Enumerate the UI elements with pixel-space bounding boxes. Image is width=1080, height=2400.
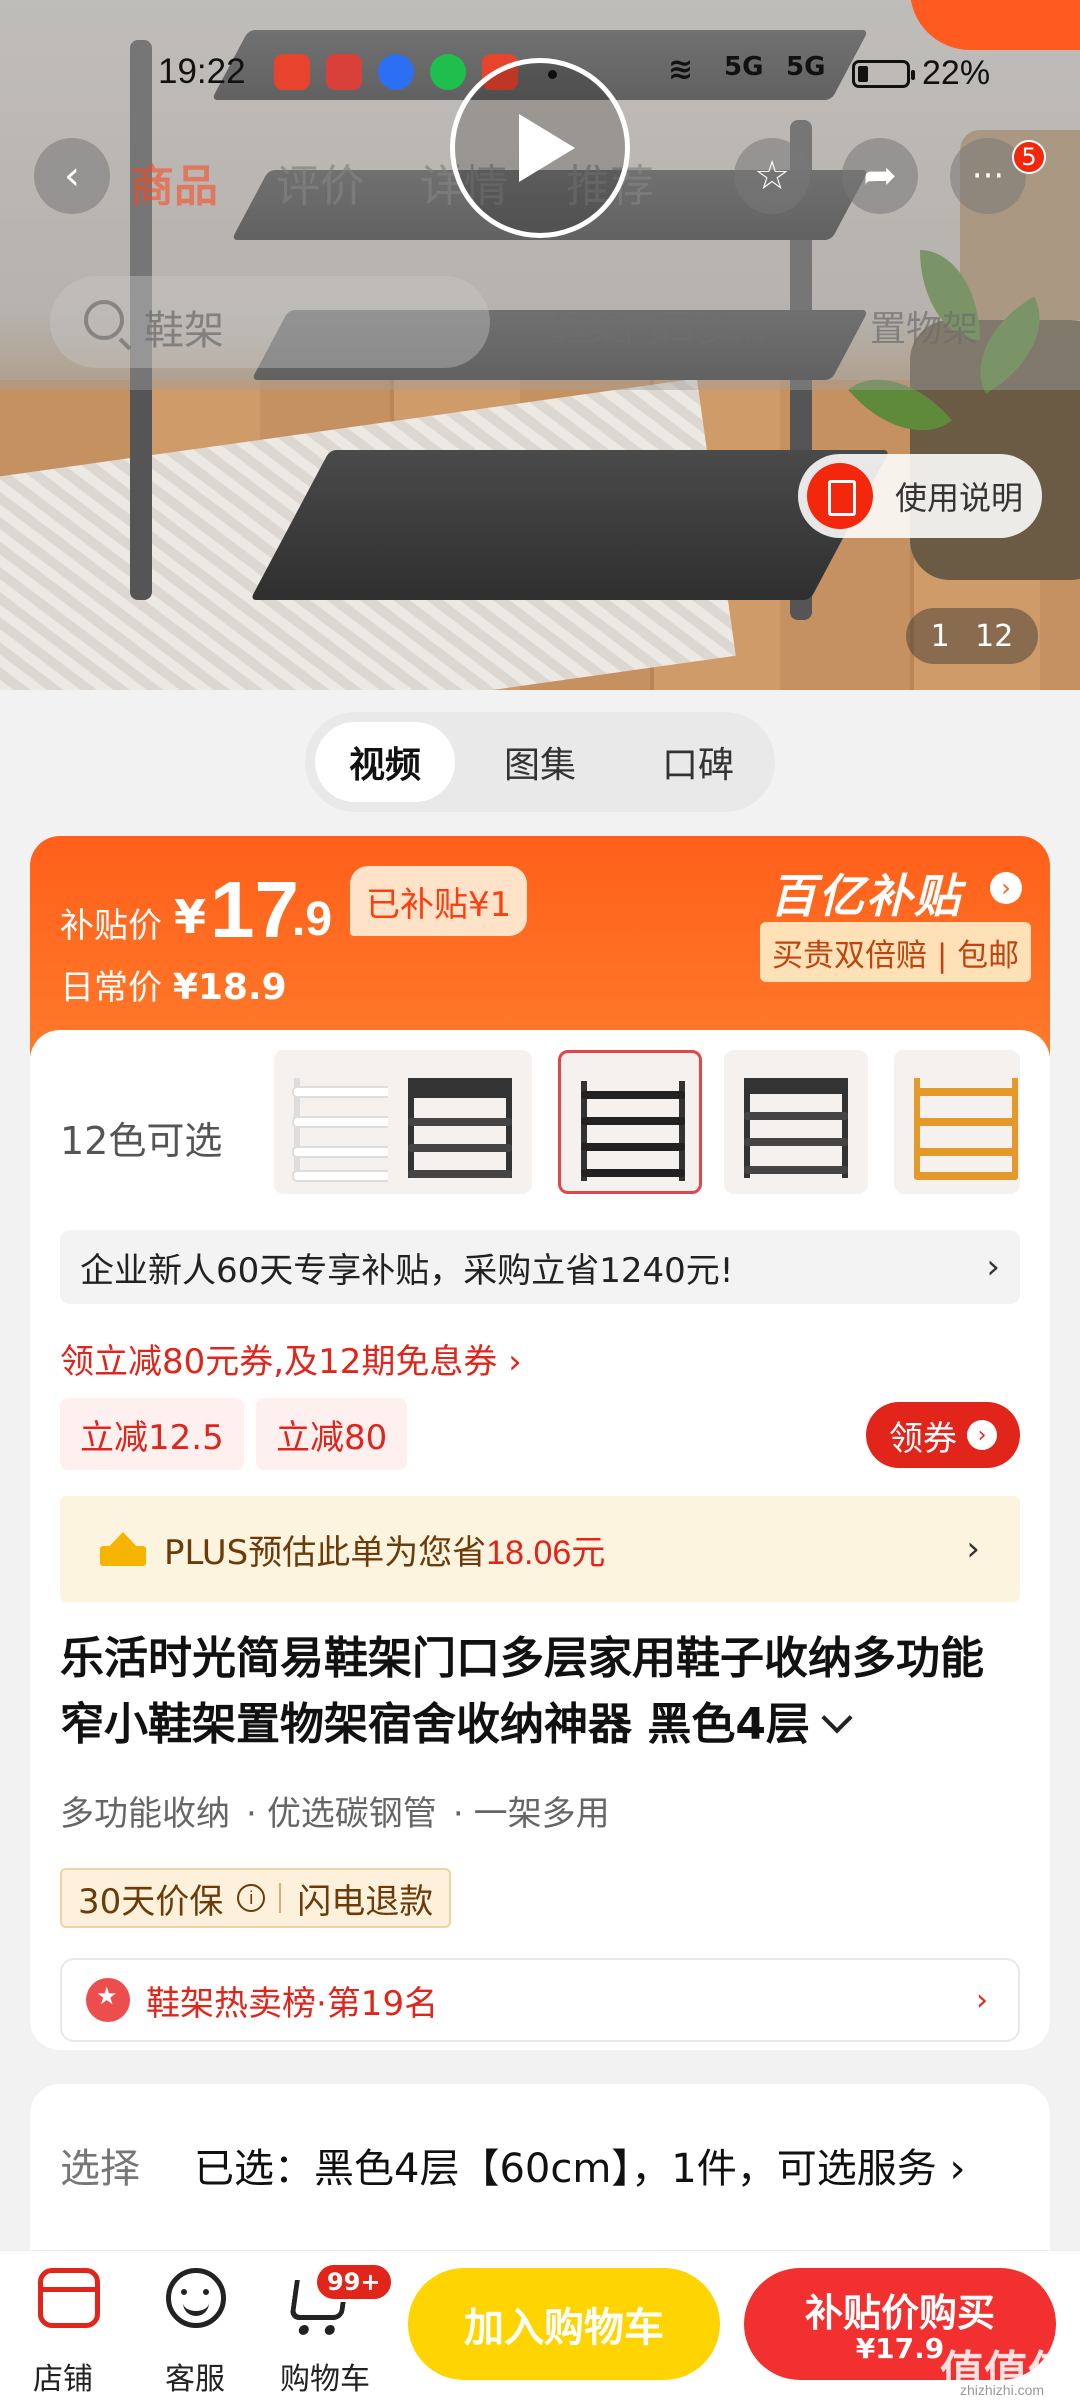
variant-thumb-orange[interactable] [894,1050,1020,1194]
status-time: 19:22 [158,52,246,91]
hot-rank-banner[interactable]: 鞋架热卖榜·第19名 › [60,1958,1020,2042]
tab-gallery[interactable]: 图集 [470,722,610,802]
signal-icon: 5G [724,52,764,82]
app-notification-icon [274,54,310,90]
baidu-notification-icon [378,54,414,90]
chat-smile-icon [166,2268,226,2328]
daily-price: 日常价 ¥18.9 [60,967,287,1008]
watermark-url: zhizhizhi.com [960,2382,1045,2398]
discount-tag: 立减12.5 [60,1398,244,1470]
chevron-down-icon[interactable] [821,1702,853,1734]
instructions-button[interactable]: 使用说明 [798,454,1042,538]
crown-icon [100,1532,146,1566]
search-icon [84,300,124,340]
chevron-right-icon: › [976,1982,988,2018]
plus-savings-text: PLUS预估此单为您省18.06元 [164,1532,606,1573]
chevron-right-icon: › [966,1529,980,1569]
app-notification-icon [430,54,466,90]
tab-video[interactable]: 视频 [315,722,455,802]
variant-count: 12色可选 [60,1119,223,1163]
image-counter: 1 12 [906,608,1038,664]
search-placeholder: 鞋架 [144,308,224,354]
battery-percent: 22% [922,54,991,92]
battery-icon [852,60,915,88]
rank-text: 鞋架热卖榜·第19名 [146,1983,439,2024]
shop-icon [38,2268,100,2328]
currency-symbol: ¥ [174,890,207,944]
chevron-right-icon: › [967,1420,997,1450]
message-badge: 5 [1012,140,1046,174]
selection-label: 选择 [60,2146,140,2192]
customer-service-button[interactable]: 客服 [140,2268,250,2397]
signal-icon: 5G [786,52,826,82]
discount-tag: 立减80 [256,1398,408,1470]
variant-thumb-black-top[interactable] [388,1050,532,1194]
variant-thumb-black-4[interactable] [558,1050,702,1194]
info-icon[interactable]: i [237,1884,266,1912]
add-to-cart-button[interactable]: 加入购物车 [408,2268,720,2380]
chevron-right-icon: › [986,1247,1000,1287]
grab-coupon-button[interactable]: 领券 › [866,1402,1020,1468]
search-hint[interactable]: 置物架 [870,300,978,352]
shop-button[interactable]: 店铺 [8,2268,118,2397]
plus-savings-banner[interactable]: PLUS预估此单为您省18.06元 › [60,1496,1020,1602]
price-integer: 17 [210,865,299,954]
play-video-button[interactable] [450,58,630,238]
product-title: 乐活时光简易鞋架门口多层家用鞋子收纳多功能窄小鞋架置物架宿舍收纳神器 黑色4层 [60,1633,984,1750]
wifi-icon: ≋ [668,52,694,87]
instructions-label: 使用说明 [895,479,1024,517]
share-icon[interactable]: ➦ [842,138,918,214]
subsidized-tag: 已补贴¥1 [350,866,528,936]
enterprise-subsidy-banner[interactable]: 企业新人60天专享补贴，采购立省1240元! › [60,1230,1020,1304]
selection-value[interactable]: 已选：黑色4层【60cm】，1件，可选服务 › [194,2136,965,2194]
medal-icon [86,1978,130,2022]
back-button[interactable]: ‹ [34,138,110,214]
tab-product[interactable]: 商品 [130,150,218,214]
tab-reputation[interactable]: 口碑 [628,722,768,802]
favorite-star-icon[interactable]: ☆ [734,138,810,214]
coupon-link[interactable]: 领立减80元券,及12期免息券 › [60,1334,522,1383]
billion-subsidy-logo[interactable]: 百亿补贴 [770,860,962,926]
chevron-right-icon[interactable]: › [990,872,1022,904]
service-guarantee[interactable]: 30天价保 i 闪电退款 [60,1868,452,1928]
search-hint[interactable]: 鞋架门口多... [552,300,766,352]
variant-thumb-black-5[interactable] [724,1050,868,1194]
feature-list: 多功能收纳 · 优选碳钢管 · 一架多用 [60,1794,610,1834]
enterprise-text: 企业新人60天专享补贴，采购立省1240元! [80,1250,734,1291]
subsidy-price-label: 补贴价 [60,906,162,946]
cart-count-badge: 99+ [314,2262,394,2302]
tab-reviews[interactable]: 评价 [276,150,364,214]
price-decimal: .9 [292,893,333,946]
double-refund-chip: 买贵双倍赔 | 包邮 [760,922,1032,982]
app-notification-icon [326,54,362,90]
book-icon [807,463,873,529]
